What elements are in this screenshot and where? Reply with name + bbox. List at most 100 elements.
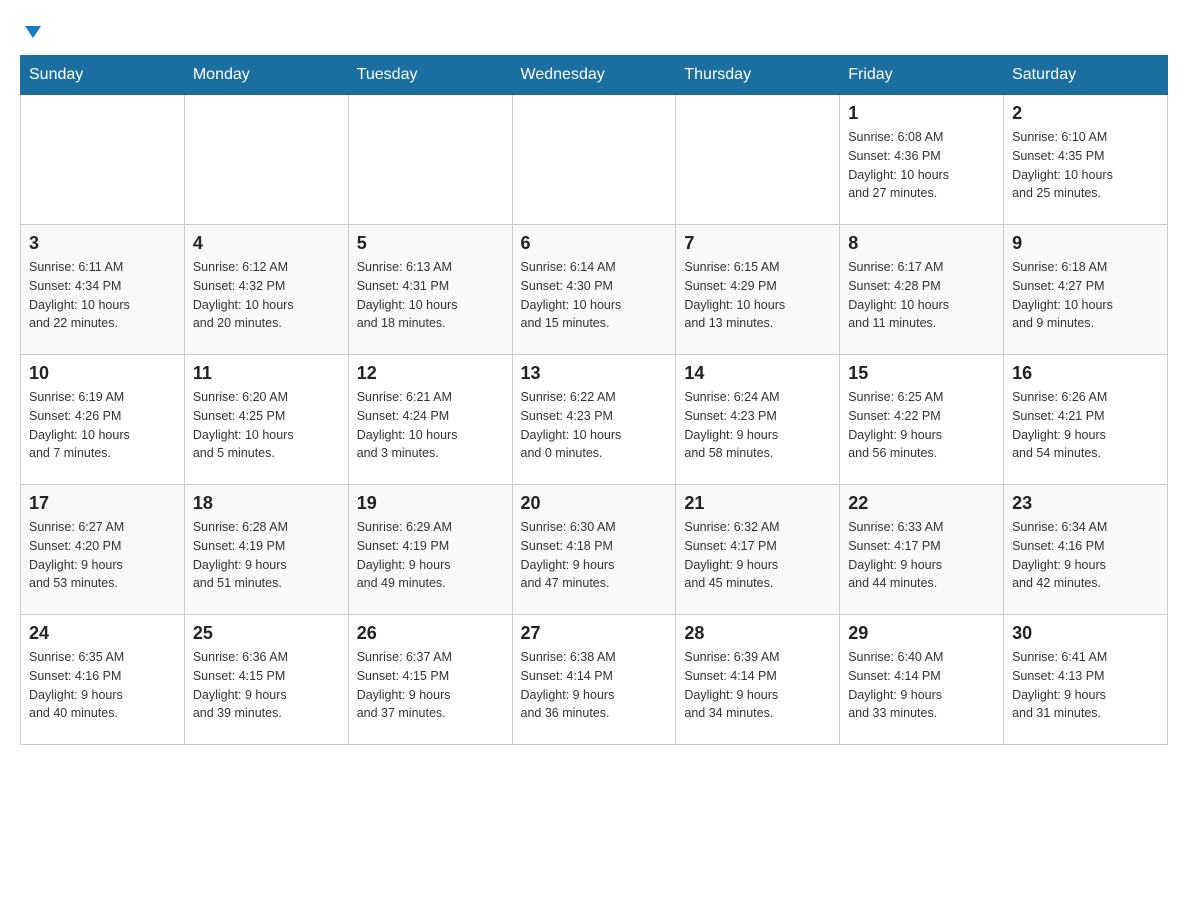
calendar-cell <box>512 95 676 225</box>
page-header <box>20 20 1168 45</box>
calendar-cell: 26 Sunrise: 6:37 AM Sunset: 4:15 PM Dayli… <box>348 615 512 745</box>
calendar-cell: 2 Sunrise: 6:10 AM Sunset: 4:35 PM Daylig… <box>1004 95 1168 225</box>
day-number: 2 <box>1012 103 1159 124</box>
logo-arrow-icon <box>23 22 43 47</box>
calendar-cell: 8Sunrise: 6:17 AM Sunset: 4:28 PM Daylig… <box>840 225 1004 355</box>
calendar-cell <box>676 95 840 225</box>
calendar-cell: 18 Sunrise: 6:28 AM Sunset: 4:19 PM Dayli… <box>184 485 348 615</box>
calendar-cell: 19 Sunrise: 6:29 AM Sunset: 4:19 PM Dayli… <box>348 485 512 615</box>
day-info: Sunrise: 6:20 AM Sunset: 4:25 PM Dayligh… <box>193 388 340 463</box>
calendar-cell: 10 Sunrise: 6:19 AM Sunset: 4:26 PM Dayli… <box>21 355 185 485</box>
day-info: Sunrise: 6:32 AM Sunset: 4:17 PM Dayligh… <box>684 518 831 593</box>
calendar-cell <box>348 95 512 225</box>
day-info: Sunrise: 6:38 AM Sunset: 4:14 PM Dayligh… <box>521 648 668 723</box>
calendar-cell <box>184 95 348 225</box>
day-info: Sunrise: 6:37 AM Sunset: 4:15 PM Dayligh… <box>357 648 504 723</box>
day-info: Sunrise: 6:41 AM Sunset: 4:13 PM Dayligh… <box>1012 648 1159 723</box>
calendar-cell: 30 Sunrise: 6:41 AM Sunset: 4:13 PM Dayli… <box>1004 615 1168 745</box>
calendar-cell: 9Sunrise: 6:18 AM Sunset: 4:27 PM Daylig… <box>1004 225 1168 355</box>
day-number: 16 <box>1012 363 1159 384</box>
day-info: Sunrise: 6:21 AM Sunset: 4:24 PM Dayligh… <box>357 388 504 463</box>
calendar-cell: 23Sunrise: 6:34 AM Sunset: 4:16 PM Dayli… <box>1004 485 1168 615</box>
day-info: Sunrise: 6:14 AM Sunset: 4:30 PM Dayligh… <box>521 258 668 333</box>
calendar-cell: 21 Sunrise: 6:32 AM Sunset: 4:17 PM Dayli… <box>676 485 840 615</box>
day-info: Sunrise: 6:33 AM Sunset: 4:17 PM Dayligh… <box>848 518 995 593</box>
day-info: Sunrise: 6:18 AM Sunset: 4:27 PM Dayligh… <box>1012 258 1159 333</box>
day-info: Sunrise: 6:15 AM Sunset: 4:29 PM Dayligh… <box>684 258 831 333</box>
day-number: 13 <box>521 363 668 384</box>
day-number: 27 <box>521 623 668 644</box>
day-info: Sunrise: 6:19 AM Sunset: 4:26 PM Dayligh… <box>29 388 176 463</box>
calendar-cell: 14 Sunrise: 6:24 AM Sunset: 4:23 PM Dayli… <box>676 355 840 485</box>
day-info: Sunrise: 6:34 AM Sunset: 4:16 PM Dayligh… <box>1012 518 1159 593</box>
calendar-cell: 24 Sunrise: 6:35 AM Sunset: 4:16 PM Dayli… <box>21 615 185 745</box>
header-wednesday: Wednesday <box>512 56 676 95</box>
day-number: 14 <box>684 363 831 384</box>
day-info: Sunrise: 6:17 AM Sunset: 4:28 PM Dayligh… <box>848 258 995 333</box>
day-info: Sunrise: 6:10 AM Sunset: 4:35 PM Dayligh… <box>1012 128 1159 203</box>
calendar-cell: 16 Sunrise: 6:26 AM Sunset: 4:21 PM Dayli… <box>1004 355 1168 485</box>
day-number: 11 <box>193 363 340 384</box>
day-number: 10 <box>29 363 176 384</box>
day-number: 4 <box>193 233 340 254</box>
weekday-header-row: Sunday Monday Tuesday Wednesday Thursday… <box>21 56 1168 95</box>
day-number: 1 <box>848 103 995 124</box>
day-number: 25 <box>193 623 340 644</box>
day-number: 24 <box>29 623 176 644</box>
day-info: Sunrise: 6:11 AM Sunset: 4:34 PM Dayligh… <box>29 258 176 333</box>
calendar-cell: 25Sunrise: 6:36 AM Sunset: 4:15 PM Dayli… <box>184 615 348 745</box>
header-sunday: Sunday <box>21 56 185 95</box>
calendar-cell: 22 Sunrise: 6:33 AM Sunset: 4:17 PM Dayli… <box>840 485 1004 615</box>
day-number: 26 <box>357 623 504 644</box>
calendar-cell: 17 Sunrise: 6:27 AM Sunset: 4:20 PM Dayli… <box>21 485 185 615</box>
day-number: 6 <box>521 233 668 254</box>
calendar-cell: 4 Sunrise: 6:12 AM Sunset: 4:32 PM Daylig… <box>184 225 348 355</box>
header-tuesday: Tuesday <box>348 56 512 95</box>
day-info: Sunrise: 6:28 AM Sunset: 4:19 PM Dayligh… <box>193 518 340 593</box>
day-number: 21 <box>684 493 831 514</box>
day-number: 17 <box>29 493 176 514</box>
calendar-cell <box>21 95 185 225</box>
day-info: Sunrise: 6:13 AM Sunset: 4:31 PM Dayligh… <box>357 258 504 333</box>
calendar-week-row: 24 Sunrise: 6:35 AM Sunset: 4:16 PM Dayli… <box>21 615 1168 745</box>
day-info: Sunrise: 6:29 AM Sunset: 4:19 PM Dayligh… <box>357 518 504 593</box>
day-number: 29 <box>848 623 995 644</box>
day-info: Sunrise: 6:30 AM Sunset: 4:18 PM Dayligh… <box>521 518 668 593</box>
day-info: Sunrise: 6:22 AM Sunset: 4:23 PM Dayligh… <box>521 388 668 463</box>
header-thursday: Thursday <box>676 56 840 95</box>
calendar-cell: 1 Sunrise: 6:08 AM Sunset: 4:36 PM Daylig… <box>840 95 1004 225</box>
header-friday: Friday <box>840 56 1004 95</box>
day-number: 18 <box>193 493 340 514</box>
header-monday: Monday <box>184 56 348 95</box>
day-info: Sunrise: 6:40 AM Sunset: 4:14 PM Dayligh… <box>848 648 995 723</box>
calendar-week-row: 3 Sunrise: 6:11 AM Sunset: 4:34 PM Daylig… <box>21 225 1168 355</box>
day-number: 22 <box>848 493 995 514</box>
day-info: Sunrise: 6:35 AM Sunset: 4:16 PM Dayligh… <box>29 648 176 723</box>
calendar-cell: 12 Sunrise: 6:21 AM Sunset: 4:24 PM Dayli… <box>348 355 512 485</box>
calendar-cell: 29 Sunrise: 6:40 AM Sunset: 4:14 PM Dayli… <box>840 615 1004 745</box>
day-info: Sunrise: 6:12 AM Sunset: 4:32 PM Dayligh… <box>193 258 340 333</box>
day-info: Sunrise: 6:27 AM Sunset: 4:20 PM Dayligh… <box>29 518 176 593</box>
day-number: 12 <box>357 363 504 384</box>
calendar-cell: 5Sunrise: 6:13 AM Sunset: 4:31 PM Daylig… <box>348 225 512 355</box>
day-number: 30 <box>1012 623 1159 644</box>
day-number: 19 <box>357 493 504 514</box>
day-info: Sunrise: 6:39 AM Sunset: 4:14 PM Dayligh… <box>684 648 831 723</box>
day-number: 3 <box>29 233 176 254</box>
header-saturday: Saturday <box>1004 56 1168 95</box>
logo <box>20 20 43 45</box>
calendar-cell: 7 Sunrise: 6:15 AM Sunset: 4:29 PM Daylig… <box>676 225 840 355</box>
calendar-cell: 13 Sunrise: 6:22 AM Sunset: 4:23 PM Dayli… <box>512 355 676 485</box>
calendar-week-row: 1 Sunrise: 6:08 AM Sunset: 4:36 PM Daylig… <box>21 95 1168 225</box>
day-number: 7 <box>684 233 831 254</box>
calendar-week-row: 10 Sunrise: 6:19 AM Sunset: 4:26 PM Dayli… <box>21 355 1168 485</box>
day-info: Sunrise: 6:24 AM Sunset: 4:23 PM Dayligh… <box>684 388 831 463</box>
calendar-cell: 20 Sunrise: 6:30 AM Sunset: 4:18 PM Dayli… <box>512 485 676 615</box>
day-info: Sunrise: 6:26 AM Sunset: 4:21 PM Dayligh… <box>1012 388 1159 463</box>
day-info: Sunrise: 6:08 AM Sunset: 4:36 PM Dayligh… <box>848 128 995 203</box>
day-number: 15 <box>848 363 995 384</box>
day-number: 28 <box>684 623 831 644</box>
day-number: 20 <box>521 493 668 514</box>
calendar-week-row: 17 Sunrise: 6:27 AM Sunset: 4:20 PM Dayli… <box>21 485 1168 615</box>
calendar-cell: 6 Sunrise: 6:14 AM Sunset: 4:30 PM Daylig… <box>512 225 676 355</box>
